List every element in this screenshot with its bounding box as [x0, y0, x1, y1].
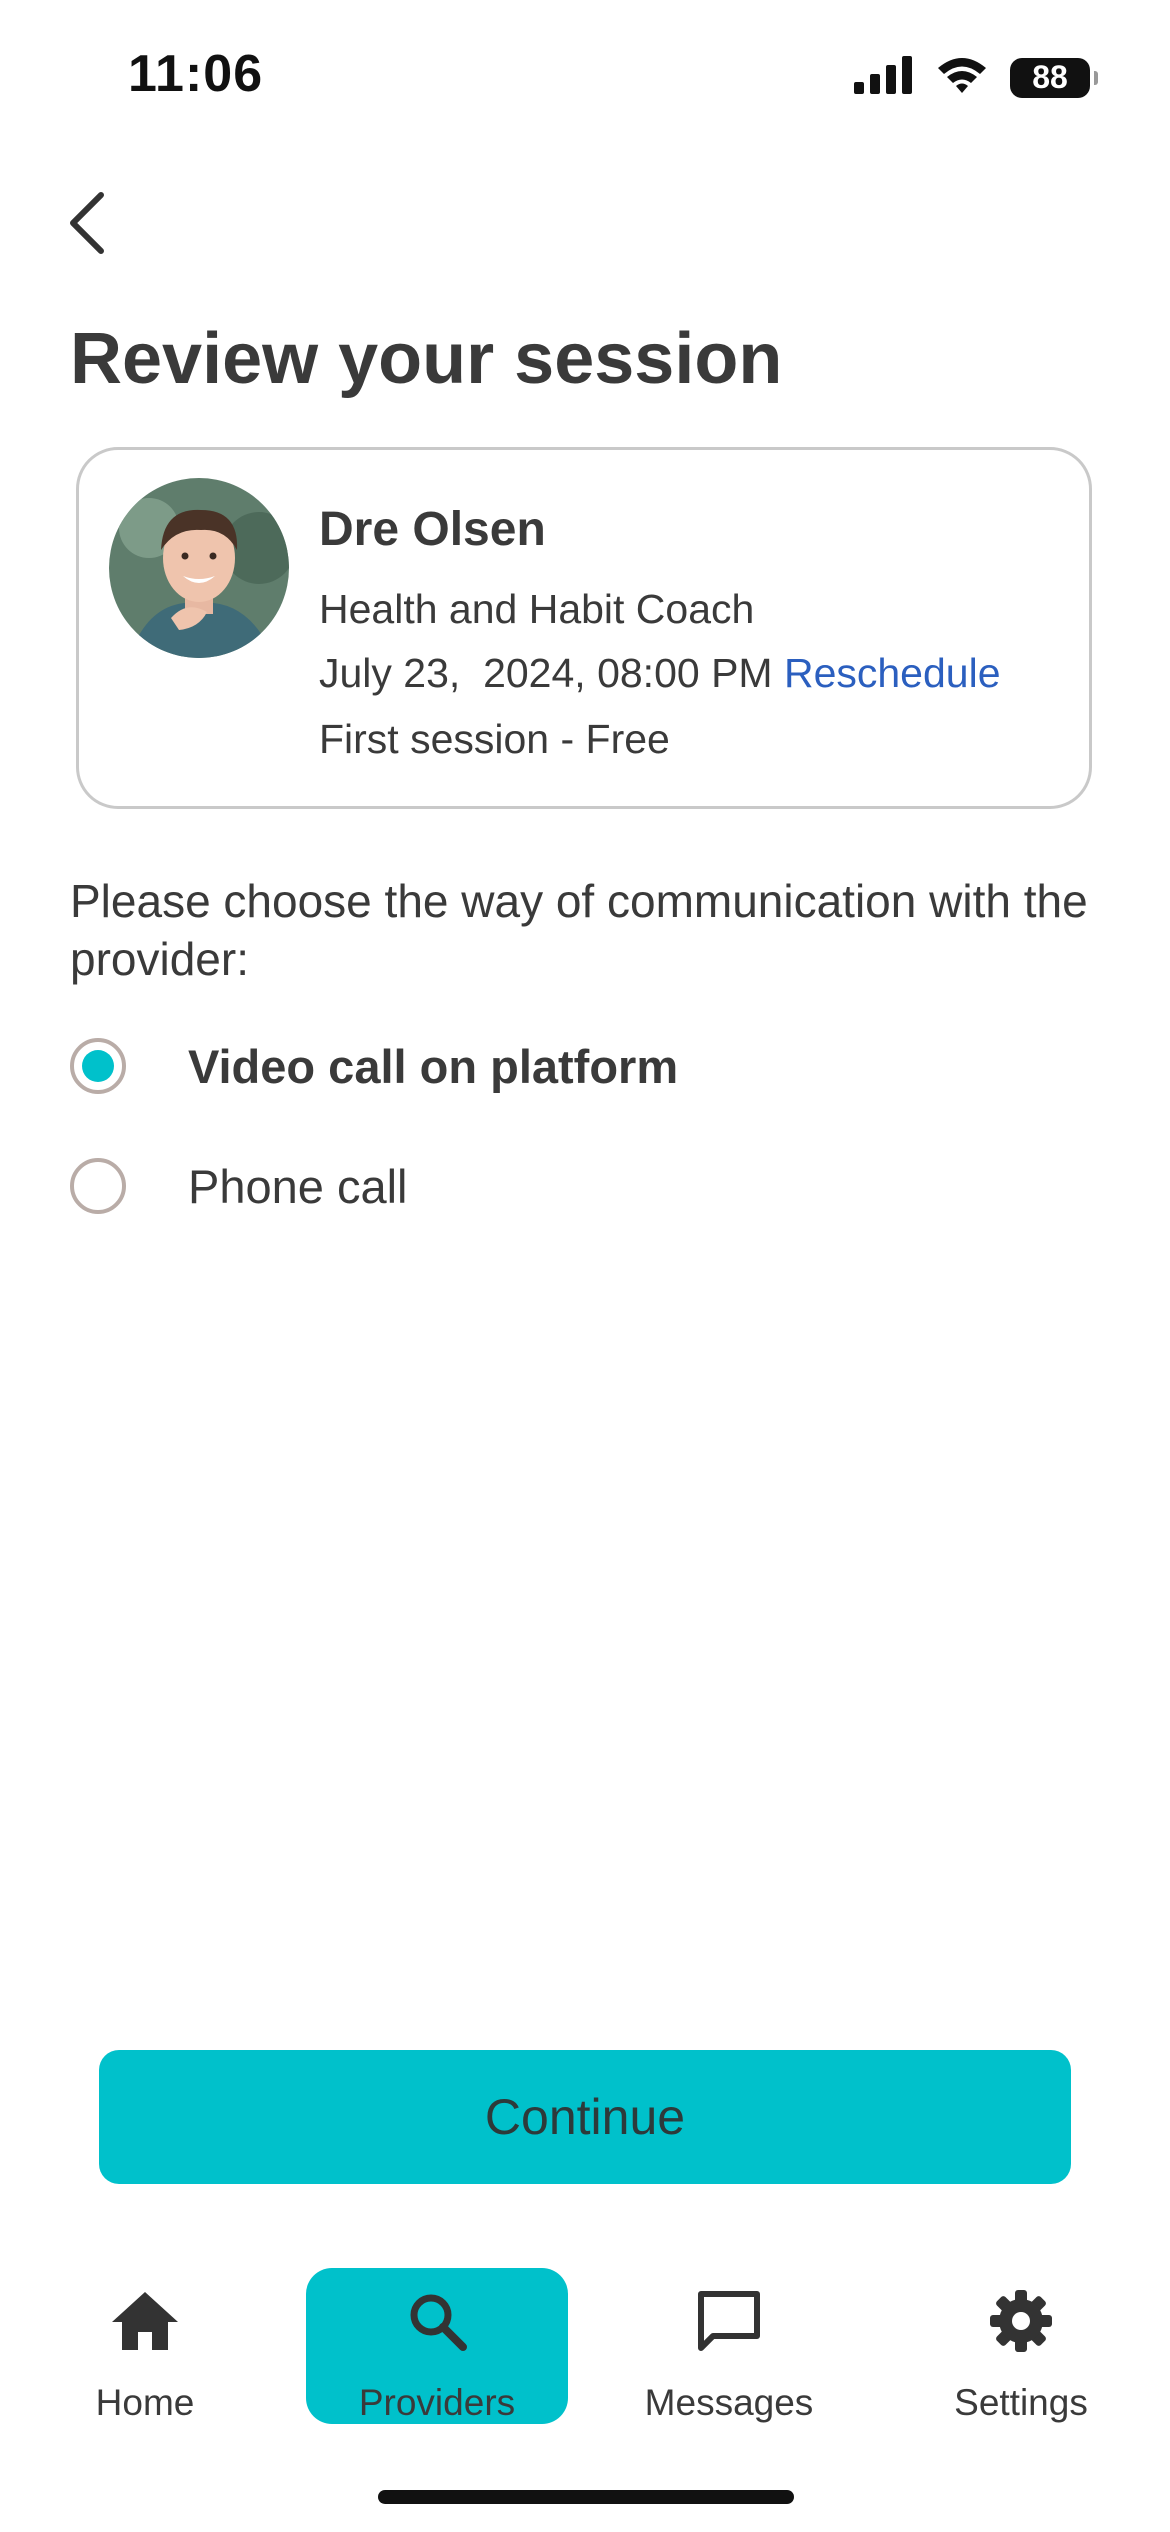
search-icon — [405, 2286, 469, 2356]
nav-label-providers: Providers — [358, 2382, 516, 2423]
signal-icon — [854, 56, 914, 99]
bottom-nav: Home Providers Messages Settings — [0, 2262, 1170, 2432]
session-datetime-text: July 23, 2024, 08:00 PM — [319, 650, 773, 696]
chevron-left-icon — [67, 191, 107, 260]
status-time: 11:06 — [128, 45, 264, 103]
status-icons: 88 — [854, 56, 1098, 99]
battery-level: 88 — [1032, 59, 1068, 95]
radio-dot — [82, 1050, 114, 1082]
gear-icon — [988, 2286, 1054, 2356]
home-icon — [110, 2286, 180, 2356]
nav-item-messages[interactable]: Messages — [598, 2268, 860, 2424]
nav-item-settings[interactable]: Settings — [890, 2268, 1152, 2424]
nav-label-home: Home — [95, 2382, 195, 2423]
page-title: Review your session — [70, 319, 783, 399]
reschedule-link[interactable]: Reschedule — [784, 650, 1001, 696]
radio-option-video-call[interactable]: Video call on platform — [70, 1038, 678, 1094]
battery-icon: 88 — [1010, 57, 1098, 98]
home-indicator[interactable] — [378, 2490, 794, 2504]
radio-label-phone-call: Phone call — [188, 1159, 408, 1213]
radio-option-phone-call[interactable]: Phone call — [70, 1158, 408, 1214]
nav-item-home[interactable]: Home — [14, 2268, 276, 2424]
wifi-icon — [936, 56, 988, 99]
provider-card: Dre Olsen Health and Habit Coach July 23… — [76, 447, 1092, 809]
nav-item-providers[interactable]: Providers — [306, 2268, 568, 2424]
provider-role: Health and Habit Coach — [319, 586, 755, 632]
nav-label-messages: Messages — [644, 2382, 814, 2423]
avatar — [109, 478, 289, 658]
message-icon — [695, 2286, 763, 2356]
session-datetime: July 23, 2024, 08:00 PM Reschedule — [319, 650, 1001, 697]
radio-label-video-call: Video call on platform — [188, 1039, 679, 1093]
nav-label-settings: Settings — [954, 2382, 1088, 2423]
radio-button-unselected[interactable] — [70, 1158, 126, 1214]
session-price: First session - Free — [319, 716, 670, 762]
provider-name: Dre Olsen — [319, 503, 546, 556]
communication-prompt: Please choose the way of communication w… — [70, 875, 1088, 985]
radio-button-selected[interactable] — [70, 1038, 126, 1094]
back-button[interactable] — [52, 180, 122, 270]
continue-button[interactable]: Continue — [99, 2050, 1071, 2184]
